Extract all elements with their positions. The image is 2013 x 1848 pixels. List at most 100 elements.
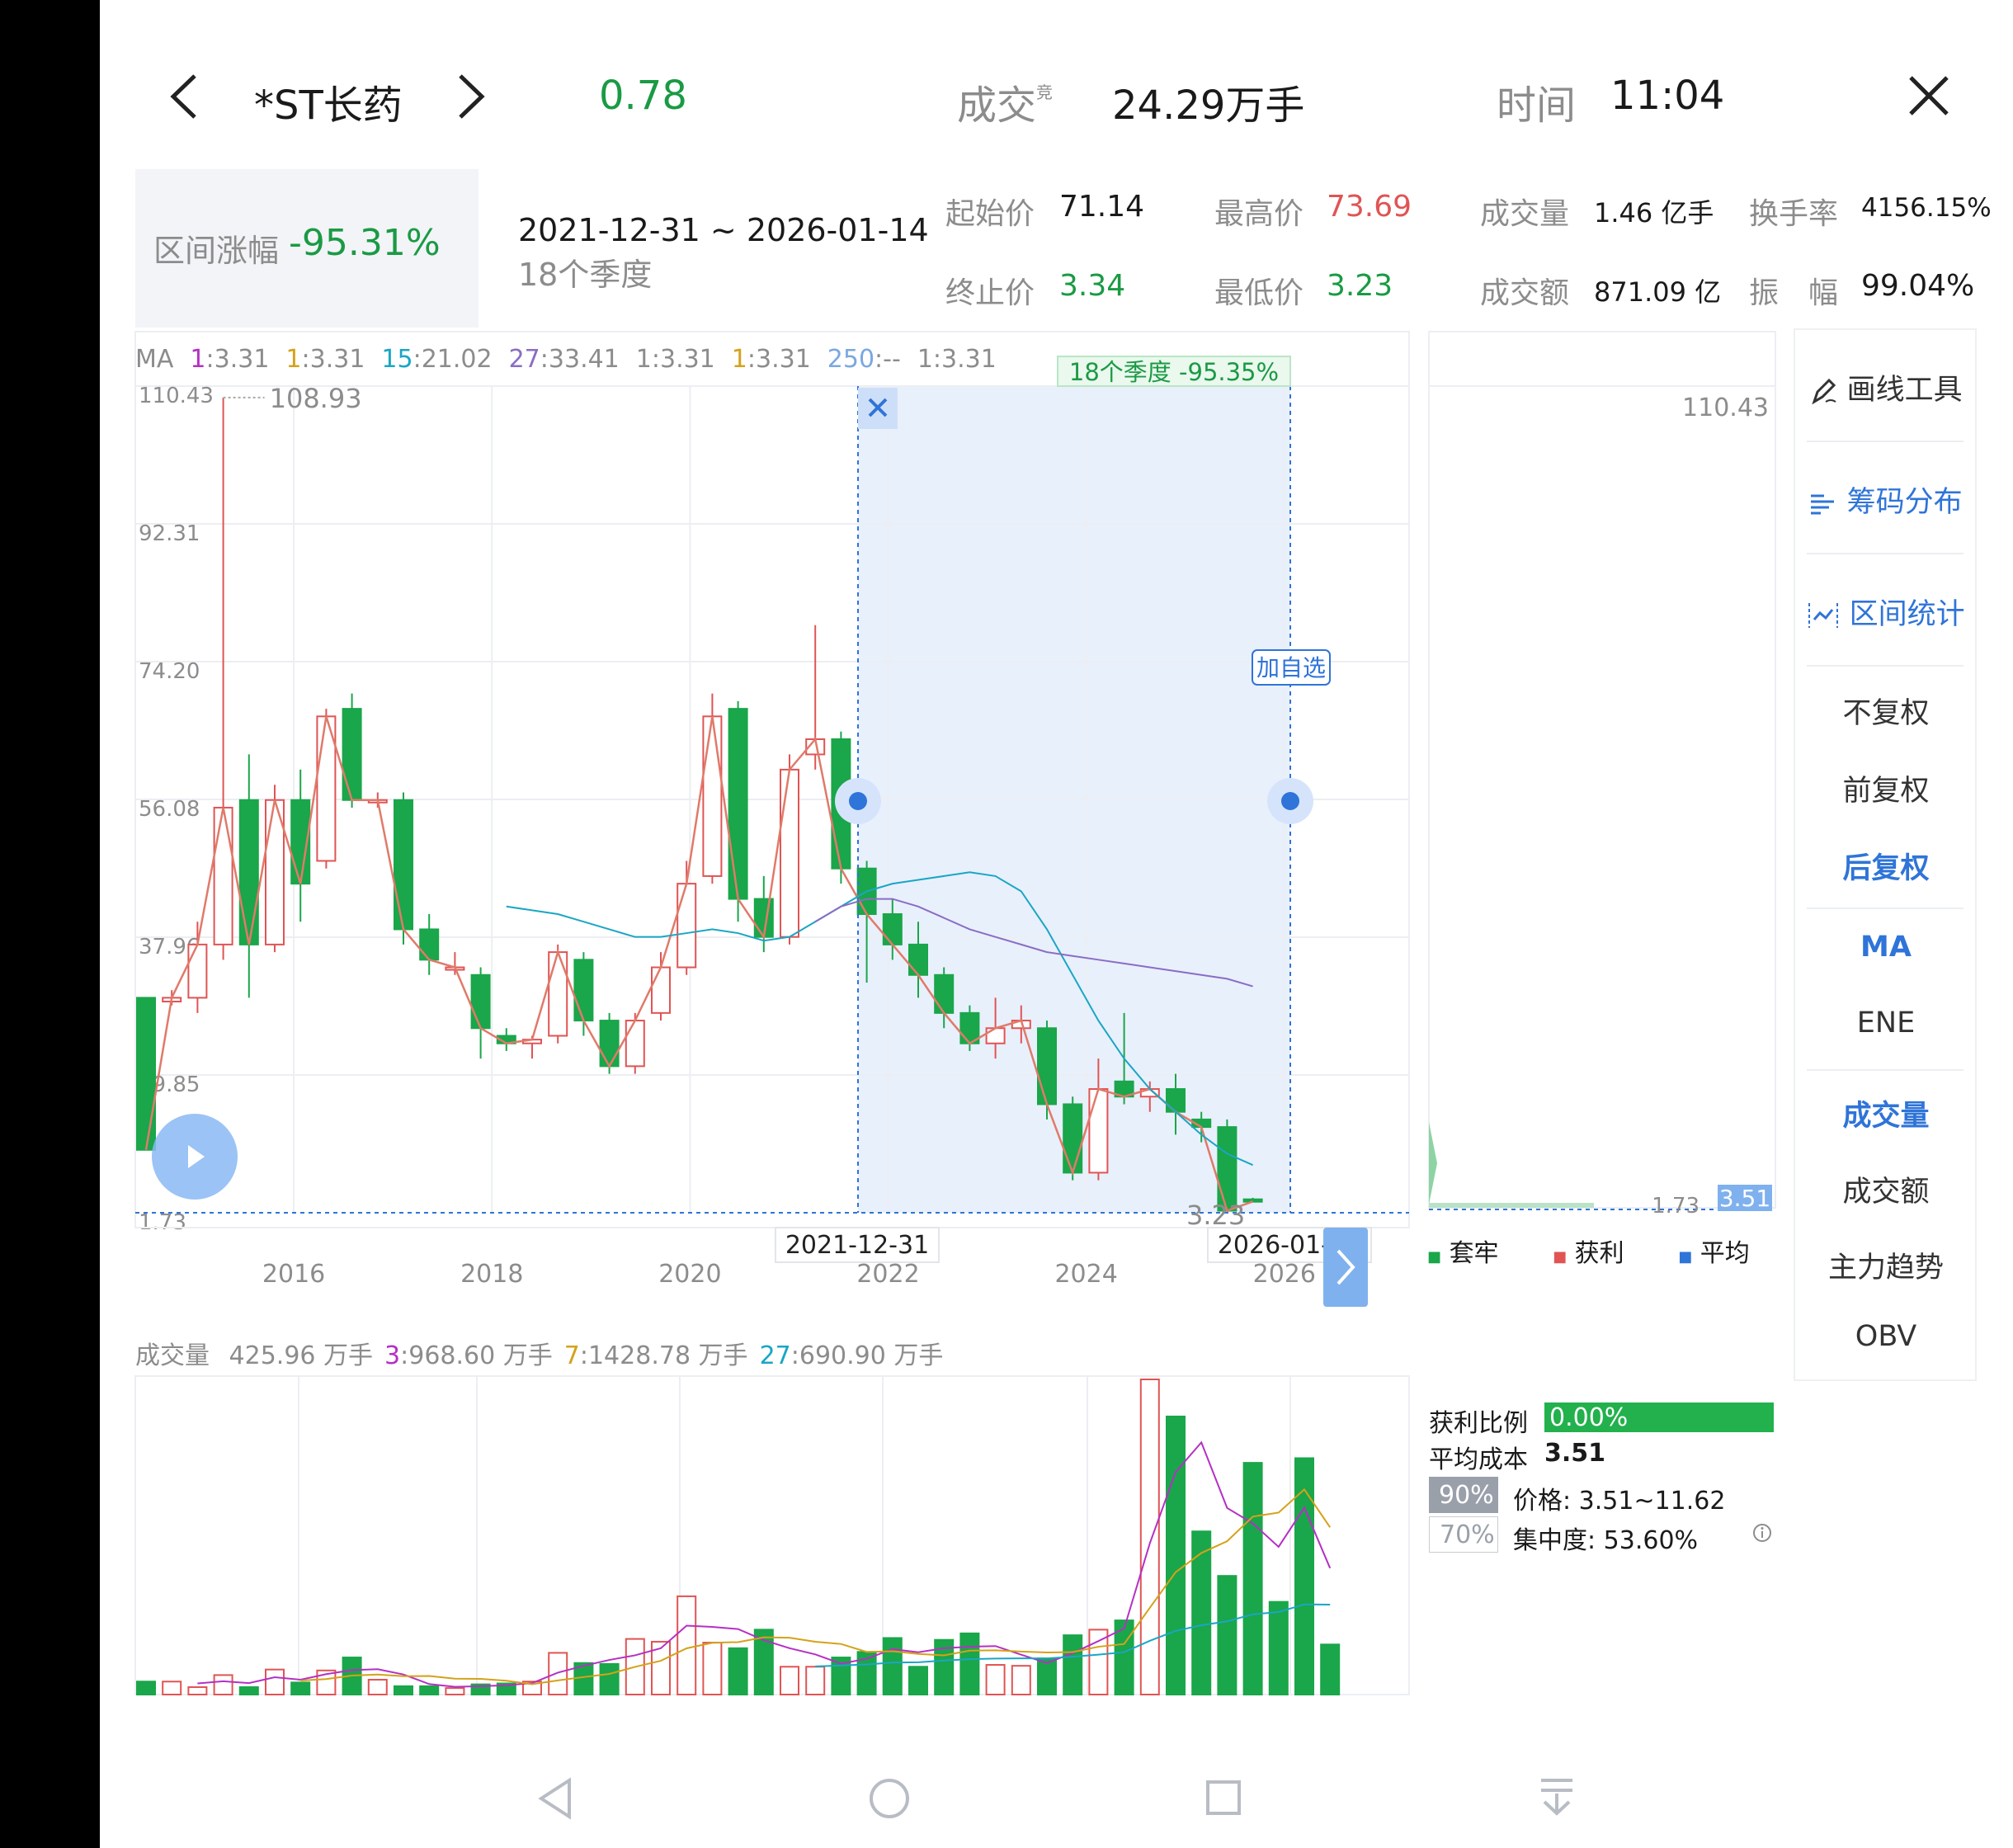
chip-distribution-button[interactable]: 筹码分布 (1795, 478, 1977, 521)
legend-trapped: 套牢 (1449, 1239, 1499, 1268)
panel-divider (1807, 908, 1964, 909)
candle-body (213, 806, 233, 945)
panel-divider (1807, 441, 1964, 442)
candle-body (676, 883, 697, 969)
volume-bar (136, 1681, 156, 1696)
candle-body (187, 943, 208, 999)
chip-base (1429, 1203, 1594, 1208)
nav-home-icon[interactable] (868, 1777, 911, 1820)
selection-label: 18个季度 -95.35% (1069, 358, 1279, 386)
interval-stat-label: 区间统计 (1849, 598, 1965, 631)
volume-bar (290, 1681, 311, 1695)
volume-bar (1320, 1643, 1341, 1695)
no-adjust-option[interactable]: 不复权 (1795, 690, 1977, 732)
candle-body (599, 1020, 620, 1068)
p70-text: 70% (1440, 1520, 1495, 1549)
legend-profit-marker: ■ (1553, 1248, 1568, 1266)
vol-label: 成交量 (1480, 197, 1570, 231)
pre-adjust-option[interactable]: 前复权 (1795, 767, 1977, 809)
candle-body (136, 997, 156, 1151)
volume-bar (367, 1679, 388, 1695)
legend-trapped-marker: ■ (1427, 1248, 1442, 1266)
volume-indicator-option[interactable]: 成交量 (1795, 1092, 1977, 1134)
amount-label: 成交额 (1480, 276, 1570, 310)
volume-bar (187, 1686, 208, 1696)
avg-cost-label: 平均成本 (1429, 1445, 1528, 1474)
x-tick-label: 2024 (1054, 1260, 1117, 1289)
candle-body (394, 799, 413, 931)
volume-bar (548, 1652, 568, 1695)
time-value: 11:04 (1610, 73, 1725, 119)
candle-body (548, 951, 568, 1037)
chip-distribution-label: 筹码分布 (1846, 486, 1963, 519)
chip-bars-icon (1811, 494, 1835, 515)
selection-handle (849, 792, 867, 810)
p70-badge[interactable]: 70% (1429, 1516, 1498, 1553)
y-tick-label: 56.08 (139, 797, 200, 822)
info-icon[interactable] (1752, 1523, 1772, 1543)
candle-body (342, 708, 362, 801)
volume-bar (445, 1687, 465, 1695)
legend-average: 平均 (1700, 1239, 1750, 1268)
volume-bar (908, 1666, 928, 1696)
time-label: 时间 (1497, 82, 1577, 129)
volume-bar (265, 1668, 285, 1695)
volume-bar (702, 1642, 723, 1696)
volume-bar (394, 1685, 413, 1696)
volume-chart[interactable] (0, 1320, 1419, 1708)
nav-back-icon[interactable] (536, 1777, 574, 1820)
nav-recents-icon[interactable] (1204, 1779, 1242, 1817)
legend-profit: 获利 (1574, 1239, 1624, 1268)
vol-value: 1.46 亿手 (1594, 197, 1714, 229)
kline-chart[interactable]: 110.4392.3174.2056.0837.9619.851.732016 2… (0, 0, 1419, 1320)
chip-legend: ■ 套牢 ■ 获利 ■ 平均 (1427, 1233, 1750, 1269)
obv-indicator-option[interactable]: OBV (1795, 1320, 1977, 1353)
volume-bar (882, 1637, 903, 1695)
volume-bar (1011, 1665, 1031, 1696)
p90-badge[interactable]: 90% (1429, 1477, 1498, 1513)
candle-body (780, 768, 799, 938)
chip-low-price: 1.73 (1652, 1194, 1700, 1219)
draw-tool-label: 画线工具 (1846, 374, 1963, 407)
right-tool-panel: 画线工具 筹码分布 区间统计 不复权 前复权 后复权 MA ENE 成交量 成交… (1794, 328, 1977, 1381)
x-tick-label: 2022 (856, 1260, 919, 1289)
chip-frame (1428, 331, 1776, 1209)
candle-body (882, 913, 903, 945)
volume-bar (1294, 1457, 1314, 1695)
turnover-value: 4156.15% (1861, 193, 1992, 223)
volume-bar (1217, 1575, 1238, 1695)
p70-concentration: 集中度: 53.60% (1513, 1526, 1699, 1555)
scroll-right-button (1323, 1228, 1368, 1307)
candle-body (702, 715, 723, 877)
panel-divider (1807, 665, 1964, 667)
candle-body (934, 974, 955, 1014)
candle-body (419, 928, 440, 961)
turnover-label: 换手率 (1749, 197, 1839, 231)
ene-indicator-option[interactable]: ENE (1795, 1006, 1977, 1040)
volume-bar (1139, 1379, 1160, 1695)
y-tick-label: 92.31 (139, 521, 200, 546)
close-icon[interactable] (1906, 73, 1952, 119)
volume-bar (1268, 1600, 1289, 1696)
profit-ratio-label: 获利比例 (1429, 1409, 1528, 1438)
main-trend-indicator-option[interactable]: 主力趋势 (1795, 1244, 1977, 1286)
chip-top-price: 110.43 (1682, 394, 1769, 422)
volume-bar (1191, 1530, 1212, 1695)
volume-bar (599, 1662, 620, 1695)
post-adjust-option[interactable]: 后复权 (1795, 845, 1977, 887)
ma-indicator-option[interactable]: MA (1795, 931, 1977, 964)
amount-indicator-option[interactable]: 成交额 (1795, 1168, 1977, 1210)
legend-average-marker: ■ (1678, 1248, 1693, 1266)
interval-stat-button[interactable]: 区间统计 (1795, 591, 1977, 633)
volume-bar (162, 1681, 182, 1696)
candle-body (1037, 1027, 1057, 1106)
candle-body (728, 708, 748, 900)
volume-bar (213, 1674, 233, 1696)
candle-body (625, 1020, 645, 1068)
candle-body (1217, 1126, 1238, 1212)
volume-bar (676, 1595, 697, 1695)
chip-cluster (1429, 1122, 1437, 1204)
draw-tool-button[interactable]: 画线工具 (1795, 366, 1977, 408)
nav-menu-down-icon[interactable] (1538, 1775, 1576, 1820)
volume-bar (985, 1664, 1006, 1695)
